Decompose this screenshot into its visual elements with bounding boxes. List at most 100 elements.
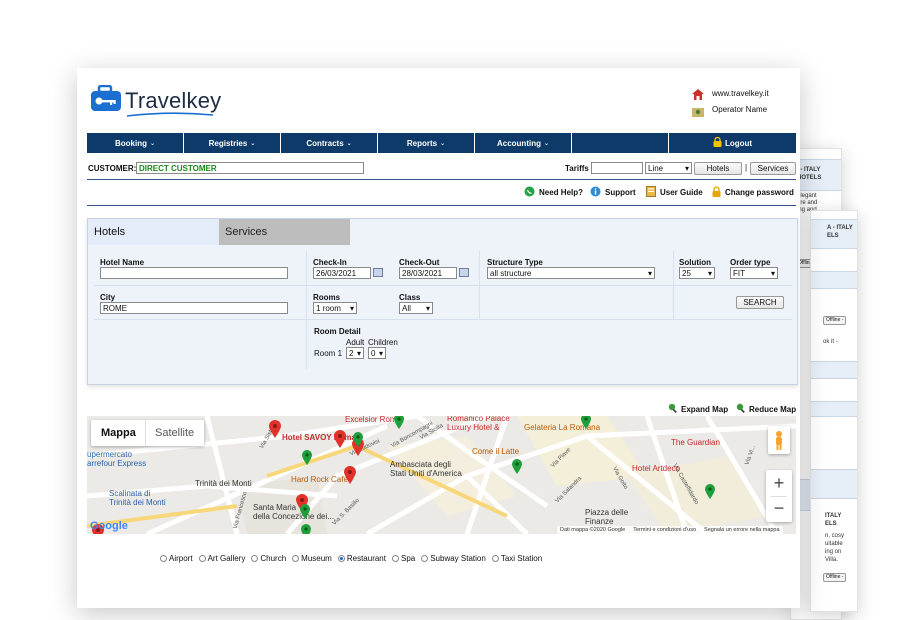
poi-art-gallery[interactable]: Art Gallery xyxy=(198,554,246,563)
map-label-trinita: Trinità dei Monti xyxy=(195,479,252,488)
zoom-out-button[interactable]: − xyxy=(766,497,792,521)
zoom-in-icon xyxy=(668,403,678,415)
tariffs-hotels-button[interactable]: Hotels xyxy=(694,162,742,175)
nav-reports[interactable]: Reports ⌄ xyxy=(378,133,475,153)
radio-button[interactable] xyxy=(198,555,206,562)
poi-airport[interactable]: Airport xyxy=(160,554,193,563)
map-label-romanico[interactable]: Romanico Palace Luxury Hotel & xyxy=(447,416,510,432)
map-pin-green[interactable] xyxy=(394,416,404,429)
need-help-link[interactable]: Need Help? xyxy=(524,186,583,199)
calendar-icon[interactable] xyxy=(373,268,383,277)
change-password-label: Change password xyxy=(725,188,794,197)
tariffs-services-button[interactable]: Services xyxy=(750,162,796,175)
structure-type-select[interactable]: all structure xyxy=(487,267,655,279)
nav-label: Booking xyxy=(114,138,147,148)
poi-label: Spa xyxy=(400,554,416,563)
city-input[interactable]: ROME xyxy=(100,302,288,314)
class-select[interactable]: All xyxy=(399,302,433,314)
divider xyxy=(145,420,146,446)
map-type-satellite-button[interactable]: Satellite xyxy=(155,427,194,439)
map-report-link[interactable]: Segnala un errore nella mappa xyxy=(704,526,780,534)
nav-contracts[interactable]: Contracts ⌄ xyxy=(281,133,378,153)
radio-button[interactable] xyxy=(251,555,259,562)
nav-accounting[interactable]: Accounting ⌄ xyxy=(475,133,572,153)
bg-text: ELS xyxy=(827,233,839,239)
customer-field[interactable]: DIRECT CUSTOMER xyxy=(136,162,364,174)
map-pin-green[interactable] xyxy=(581,416,591,429)
poi-label: Restaurant xyxy=(346,554,386,563)
map-label-excelsior[interactable]: Excelsior Rom xyxy=(345,416,397,424)
poi-museum[interactable]: Museum xyxy=(292,554,332,563)
map-label-come-il-latte[interactable]: Come il Latte xyxy=(472,447,519,456)
map-pin-green[interactable] xyxy=(301,524,311,534)
map-label-the-guardian[interactable]: The Guardian xyxy=(671,438,720,447)
site-link[interactable]: www.travelkey.it xyxy=(712,89,769,98)
poi-church[interactable]: Church xyxy=(251,554,286,563)
poi-restaurant[interactable]: Restaurant xyxy=(337,554,386,563)
map-terms-link[interactable]: Termini e condizioni d'uso xyxy=(633,526,696,534)
map-pin-green[interactable] xyxy=(300,504,310,519)
checkin-input[interactable]: 26/03/2021 xyxy=(313,267,371,279)
user-guide-link[interactable]: User Guide xyxy=(646,186,703,199)
change-password-link[interactable]: Change password xyxy=(712,186,794,199)
hotel-name-input[interactable] xyxy=(100,267,288,279)
pegman-button[interactable] xyxy=(768,426,790,454)
zoom-in-button[interactable]: + xyxy=(766,471,792,495)
bg-text: ure and xyxy=(797,200,818,206)
divider xyxy=(87,179,796,180)
radio-button[interactable] xyxy=(292,555,300,562)
map-label-santa-maria: Santa Maria della Concezione dei... xyxy=(253,503,334,521)
map-label-hard-rock[interactable]: Hard Rock Cafe xyxy=(291,475,348,484)
bg-text: n, cosy xyxy=(825,533,845,539)
map-label-scalinata[interactable]: Scalinata di Trinità dei Monti xyxy=(109,489,166,507)
calendar-icon[interactable] xyxy=(459,268,469,277)
poi-label: Art Gallery xyxy=(207,554,246,563)
structure-type-label: Structure Type xyxy=(487,258,543,267)
tariffs-line-select[interactable]: Line xyxy=(645,162,692,174)
bg-offline-select: Offline - xyxy=(823,573,847,582)
map-pin-green[interactable] xyxy=(353,432,363,447)
solution-select[interactable]: 25 xyxy=(679,267,715,279)
nav-label: Accounting xyxy=(496,138,541,148)
radio-button[interactable] xyxy=(391,555,399,562)
nav-registries[interactable]: Registries ⌄ xyxy=(184,133,281,153)
reduce-map-button[interactable]: Reduce Map xyxy=(736,403,796,415)
logout-button[interactable]: Logout xyxy=(669,133,796,153)
radio-button-selected[interactable] xyxy=(337,555,345,562)
poi-filter: Airport Art Gallery Church Museum Restau… xyxy=(160,554,542,563)
chevron-down-icon: ⌄ xyxy=(543,140,550,147)
radio-button[interactable] xyxy=(160,555,167,562)
poi-spa[interactable]: Spa xyxy=(391,554,416,563)
tariffs-input[interactable] xyxy=(591,162,643,174)
map-view[interactable]: Hotel SAVOY Roma Excelsior Rom Romanico … xyxy=(87,416,796,534)
support-link[interactable]: Support xyxy=(590,186,636,199)
radio-button[interactable] xyxy=(421,555,429,562)
tab-services[interactable]: Services xyxy=(219,219,350,245)
rooms-select[interactable]: 1 room xyxy=(313,302,357,314)
children-select[interactable]: 0 xyxy=(368,347,386,359)
map-pin-red[interactable] xyxy=(344,466,356,484)
expand-map-button[interactable]: Expand Map xyxy=(668,403,728,415)
map-pin-red[interactable] xyxy=(269,420,281,438)
order-type-select[interactable]: FIT xyxy=(730,267,778,279)
room-1-label: Room 1 xyxy=(314,349,343,358)
map-label-supermercato[interactable]: upermercato arrefour Express xyxy=(87,450,146,468)
checkout-input[interactable]: 28/03/2021 xyxy=(399,267,457,279)
map-pin-green[interactable] xyxy=(512,459,522,474)
poi-subway-station[interactable]: Subway Station xyxy=(421,554,486,563)
grid-line xyxy=(479,251,480,319)
map-pin-green[interactable] xyxy=(705,484,715,499)
adult-select[interactable]: 2 xyxy=(346,347,364,359)
map-type-map-button[interactable]: Mappa xyxy=(101,427,136,439)
user-guide-label: User Guide xyxy=(660,188,703,197)
adult-label: Adult xyxy=(346,338,365,347)
tab-hotels[interactable]: Hotels xyxy=(88,219,219,245)
map-pin-red[interactable] xyxy=(334,430,346,448)
map-pin-green[interactable] xyxy=(302,450,312,465)
poi-taxi-station[interactable]: Taxi Station xyxy=(491,554,542,563)
radio-button[interactable] xyxy=(491,555,499,562)
nav-booking[interactable]: Booking ⌄ xyxy=(87,133,184,153)
grid-line xyxy=(306,251,307,369)
search-button[interactable]: SEARCH xyxy=(736,296,784,309)
home-icon[interactable] xyxy=(692,87,704,105)
